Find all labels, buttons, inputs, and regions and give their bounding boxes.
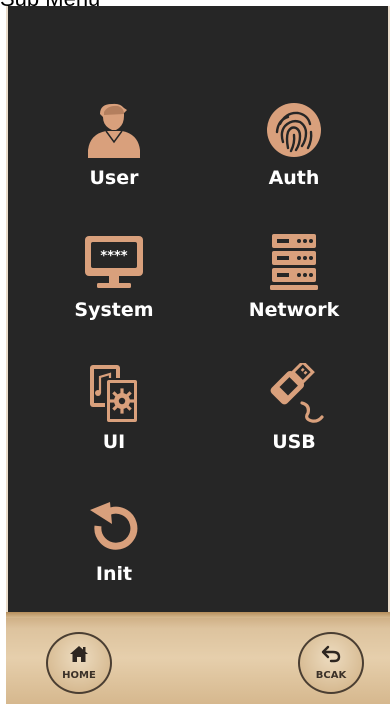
menu-item-label: UI — [102, 431, 126, 453]
device-frame: User Auth **** System Network UI USB Ini… — [6, 6, 390, 704]
house-icon — [69, 645, 89, 667]
reset-icon — [82, 494, 146, 558]
menu-item-label: System — [74, 299, 154, 321]
server-icon — [262, 230, 326, 294]
menu-item-label: Init — [95, 563, 133, 585]
menu-item-system[interactable]: **** System — [54, 230, 174, 340]
menu-item-label: User — [89, 167, 139, 189]
menu-item-label: USB — [272, 431, 316, 453]
menu-item-init[interactable]: Init — [54, 494, 174, 604]
menu-item-network[interactable]: Network — [234, 230, 354, 340]
menu-item-auth[interactable]: Auth — [234, 98, 354, 208]
undo-arrow-icon — [321, 645, 341, 667]
menu-item-label: Network — [248, 299, 340, 321]
bottom-bar: HOME BCAK — [6, 612, 390, 704]
usb-icon — [262, 362, 326, 426]
fingerprint-icon — [262, 98, 326, 162]
home-button-label: HOME — [62, 670, 96, 681]
menu-item-ui[interactable]: UI — [54, 362, 174, 472]
user-icon — [82, 98, 146, 162]
menu-item-usb[interactable]: USB — [234, 362, 354, 472]
menu-item-label: Auth — [268, 167, 320, 189]
back-button[interactable]: BCAK — [298, 632, 364, 694]
monitor-password-icon: **** — [82, 230, 146, 294]
svg-text:****: **** — [100, 249, 127, 264]
ui-settings-icon — [82, 362, 146, 426]
menu-item-user[interactable]: User — [54, 98, 174, 208]
menu-screen: User Auth **** System Network UI USB Ini… — [8, 6, 388, 612]
home-button[interactable]: HOME — [46, 632, 112, 694]
back-button-label: BCAK — [315, 670, 347, 681]
bottom-bar-edge — [6, 612, 390, 618]
